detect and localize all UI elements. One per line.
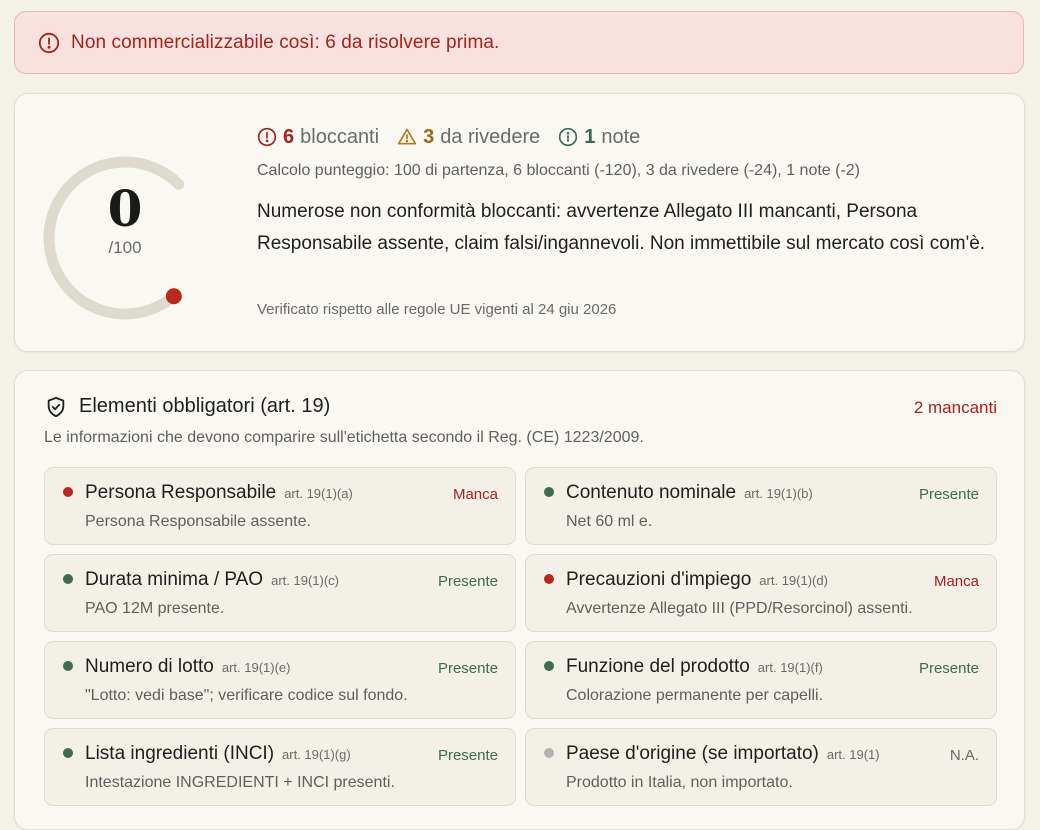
status-dot (544, 748, 554, 758)
element-status: Manca (452, 486, 498, 503)
element-reference: art. 19(1) (826, 747, 880, 762)
issue-counts: 6 bloccanti 3 da rivedere 1 note (257, 124, 658, 150)
blocking-count-label: bloccanti (300, 125, 380, 148)
status-dot (544, 487, 554, 497)
element-item[interactable]: Precauzioni d'impiego art. 19(1)(d) Manca… (525, 554, 997, 632)
mandatory-elements-header: Elementi obbligatori (art. 19) (45, 395, 330, 418)
element-item[interactable]: Funzione del prodotto art. 19(1)(f) Prese… (525, 641, 997, 719)
score-summary: Numerose non conformità bloccanti: avver… (257, 201, 986, 254)
not-marketable-alert: Non commercializzabile così: 6 da risolv… (14, 11, 1024, 74)
score-calculation: Calcolo punteggio: 100 di partenza, 6 bl… (257, 162, 861, 179)
blocking-count-number: 6 (283, 125, 295, 148)
element-reference: art. 19(1)(c) (271, 573, 339, 588)
mandatory-elements-description: Le informazioni che devono comparire sul… (44, 429, 644, 446)
element-name: Precauzioni d'impiego (566, 569, 752, 590)
element-status: Presente (437, 747, 498, 764)
status-dot (544, 661, 554, 671)
element-detail: "Lotto: vedi base"; verificare codice su… (85, 687, 408, 704)
element-status: Presente (918, 486, 979, 503)
element-name: Persona Responsabile (85, 482, 277, 503)
gauge-marker (165, 288, 182, 305)
element-item[interactable]: Durata minima / PAO art. 19(1)(c) Present… (44, 554, 516, 632)
notes-count-number: 1 (584, 125, 596, 148)
mandatory-elements-card: Elementi obbligatori (art. 19) 2 mancant… (14, 370, 1025, 830)
element-name: Durata minima / PAO (85, 569, 264, 590)
element-reference: art. 19(1)(a) (284, 486, 353, 501)
element-detail: PAO 12M presente. (85, 600, 225, 617)
status-dot (63, 487, 73, 497)
notes-count-label: note (601, 125, 641, 148)
element-status: Presente (437, 660, 498, 677)
element-status: N.A. (949, 747, 979, 764)
mandatory-elements-title: Elementi obbligatori (art. 19) (79, 395, 331, 417)
review-count: 3 da rivedere (397, 126, 540, 149)
element-reference: art. 19(1)(e) (221, 660, 291, 675)
element-item[interactable]: Contenuto nominale art. 19(1)(b) Presente… (525, 467, 997, 545)
element-name: Paese d'origine (se importato) (566, 743, 819, 764)
status-dot (63, 661, 73, 671)
element-reference: art. 19(1)(d) (759, 573, 828, 588)
review-count-number: 3 (423, 125, 435, 148)
notes-count: 1 note (558, 126, 640, 149)
element-item[interactable]: Lista ingredienti (INCI) art. 19(1)(g) Pr… (44, 728, 516, 806)
element-name: Funzione del prodotto (566, 656, 750, 677)
blocking-count: 6 bloccanti (257, 126, 379, 149)
element-reference: art. 19(1)(f) (757, 660, 823, 675)
verification-date: Verificato rispetto alle regole UE vigen… (257, 301, 617, 318)
element-detail: Net 60 ml e. (566, 513, 653, 530)
element-detail: Colorazione permanente per capelli. (566, 687, 824, 704)
element-name: Contenuto nominale (566, 482, 737, 503)
element-item[interactable]: Paese d'origine (se importato) art. 19(1)… (525, 728, 997, 806)
element-detail: Prodotto in Italia, non importato. (566, 774, 793, 791)
mandatory-elements-grid: Persona Responsabile art. 19(1)(a) Manca … (44, 467, 997, 806)
element-item[interactable]: Persona Responsabile art. 19(1)(a) Manca … (44, 467, 516, 545)
missing-count: 2 mancanti (913, 398, 997, 417)
element-item[interactable]: Numero di lotto art. 19(1)(e) Presente "L… (44, 641, 516, 719)
status-dot (544, 574, 554, 584)
element-name: Lista ingredienti (INCI) (85, 743, 275, 764)
score-max: /100 (108, 238, 142, 257)
score-card: 0 /100 6 bloccanti 3 da rivedere 1 note … (14, 93, 1025, 352)
element-detail: Persona Responsabile assente. (85, 513, 311, 530)
review-count-label: da rivedere (440, 125, 541, 148)
status-dot (63, 748, 73, 758)
info-circle-icon (558, 127, 578, 147)
element-status: Manca (933, 573, 979, 590)
element-status: Presente (918, 660, 979, 677)
element-detail: Avvertenze Allegato III (PPD/Resorcinol)… (566, 600, 913, 617)
status-dot (63, 574, 73, 584)
score-value: 0 (107, 179, 143, 238)
shield-check-icon (45, 396, 67, 418)
warning-triangle-icon (397, 127, 417, 147)
element-status: Presente (437, 573, 498, 590)
score-gauge: 0 /100 (43, 156, 207, 320)
alert-message: Non commercializzabile così: 6 da risolv… (71, 31, 500, 53)
element-reference: art. 19(1)(b) (744, 486, 813, 501)
element-reference: art. 19(1)(g) (282, 747, 351, 762)
alert-circle-icon (38, 32, 60, 54)
element-name: Numero di lotto (85, 656, 214, 677)
alert-circle-icon (257, 127, 277, 147)
element-detail: Intestazione INGREDIENTI + INCI presenti… (85, 774, 395, 791)
